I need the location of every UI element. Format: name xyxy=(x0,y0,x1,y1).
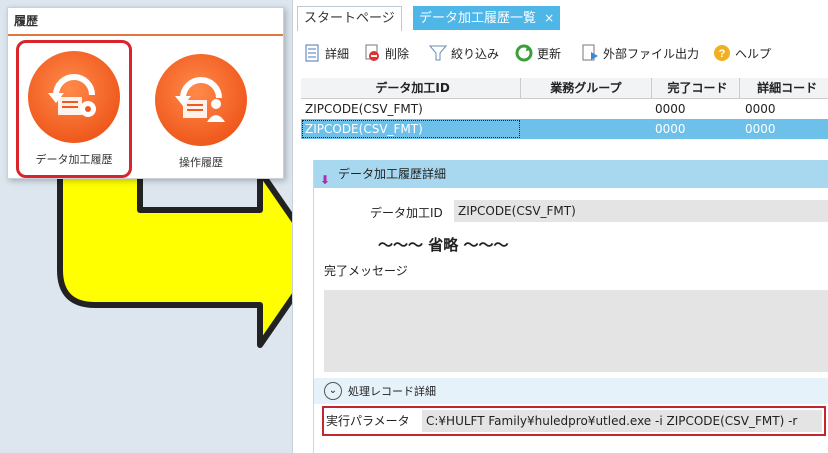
table-cell: ZIPCODE(CSV_FMT) xyxy=(305,102,423,116)
table-row[interactable]: ZIPCODE(CSV_FMT) 0000 0000 xyxy=(301,99,828,119)
tile-data-process-history[interactable]: データ加工履歴 xyxy=(16,40,132,178)
delete-button[interactable]: 削除 xyxy=(363,42,409,64)
down-arrow-icon: ⬇ xyxy=(320,173,331,187)
detail-label: 詳細 xyxy=(325,46,350,61)
export-button[interactable]: 外部ファイル出力 xyxy=(581,42,699,64)
exec-parameter-field[interactable]: C:¥HULFT Family¥huledpro¥utled.exe -i ZI… xyxy=(422,410,822,432)
detail-button[interactable]: 詳細 xyxy=(303,42,349,64)
chevron-down-icon[interactable]: ⌄ xyxy=(324,382,342,400)
history-panel: 履歴 データ加工履歴 操作履歴 xyxy=(7,7,284,179)
completion-message-field[interactable] xyxy=(324,290,828,372)
svg-text:?: ? xyxy=(719,48,726,60)
delete-icon xyxy=(363,44,381,62)
filter-button[interactable]: 絞り込み xyxy=(428,42,500,64)
data-process-id-field[interactable]: ZIPCODE(CSV_FMT) xyxy=(454,200,828,222)
detail-icon xyxy=(303,44,321,62)
delete-label: 削除 xyxy=(385,46,410,61)
column-header[interactable]: 完了コード xyxy=(652,78,741,98)
exec-parameter-label: 実行パラメータ xyxy=(326,414,410,428)
history-table: データ加工ID 業務グループ 完了コード 詳細コード ZIPCODE(CSV_F… xyxy=(301,78,828,139)
table-cell xyxy=(521,119,651,139)
table-cell xyxy=(521,99,651,119)
refresh-button[interactable]: 更新 xyxy=(515,42,561,64)
tile-label: 操作履歴 xyxy=(179,156,223,169)
tab-label: データ加工履歴一覧 xyxy=(419,11,537,26)
panel-divider xyxy=(8,34,283,36)
toolbar: 詳細 削除 絞り込み 更新 外部ファイル出力 ? ヘルプ xyxy=(293,38,828,68)
operation-history-icon xyxy=(155,54,247,146)
tab-start-page[interactable]: スタートページ xyxy=(297,6,402,31)
table-cell: ZIPCODE(CSV_FMT) xyxy=(301,119,521,139)
export-label: 外部ファイル出力 xyxy=(603,46,700,61)
column-header[interactable]: 詳細コード xyxy=(740,78,828,98)
completion-message-label: 完了メッセージ xyxy=(324,264,408,278)
detail-title: データ加工履歴詳細 xyxy=(338,167,447,181)
tile-operation-history[interactable]: 操作履歴 xyxy=(146,46,256,174)
table-cell: 0000 xyxy=(745,102,776,116)
close-icon[interactable]: × xyxy=(544,11,554,25)
filter-icon xyxy=(428,44,448,62)
refresh-label: 更新 xyxy=(537,46,562,61)
table-row-selected[interactable]: ZIPCODE(CSV_FMT) 0000 0000 xyxy=(301,119,828,139)
table-cell: 0000 xyxy=(655,102,686,116)
help-button[interactable]: ? ヘルプ xyxy=(713,42,771,64)
record-detail-header[interactable]: ⌄ 処理レコード詳細 xyxy=(314,378,828,404)
help-label: ヘルプ xyxy=(735,46,772,61)
column-header[interactable]: 業務グループ xyxy=(521,78,652,98)
table-cell: 0000 xyxy=(745,122,776,136)
filter-label: 絞り込み xyxy=(451,46,500,61)
refresh-icon xyxy=(515,44,533,62)
omitted-note: ～～～ 省略 ～～～ xyxy=(378,236,509,254)
tab-data-process-history-list[interactable]: データ加工履歴一覧 × xyxy=(413,6,561,30)
tab-label: スタートページ xyxy=(304,11,395,26)
table-header: データ加工ID 業務グループ 完了コード 詳細コード xyxy=(301,78,828,99)
help-icon: ? xyxy=(713,44,731,62)
tab-bar: スタートページ データ加工履歴一覧 × xyxy=(293,4,828,32)
exec-parameter-row: 実行パラメータ C:¥HULFT Family¥huledpro¥utled.e… xyxy=(322,406,826,436)
column-header[interactable]: データ加工ID xyxy=(301,78,522,98)
main-window: スタートページ データ加工履歴一覧 × 詳細 削除 絞り込み 更新 外部ファイル… xyxy=(292,0,828,453)
export-icon xyxy=(581,44,599,62)
detail-header[interactable]: ⬇ データ加工履歴詳細 xyxy=(314,160,828,188)
tile-label: データ加工履歴 xyxy=(35,153,113,166)
data-process-history-icon xyxy=(28,51,120,143)
detail-panel: ⬇ データ加工履歴詳細 データ加工ID ZIPCODE(CSV_FMT) ～～～… xyxy=(313,160,828,453)
table-cell: 0000 xyxy=(655,122,686,136)
data-process-id-label: データ加工ID xyxy=(370,206,443,220)
panel-title: 履歴 xyxy=(14,14,39,28)
